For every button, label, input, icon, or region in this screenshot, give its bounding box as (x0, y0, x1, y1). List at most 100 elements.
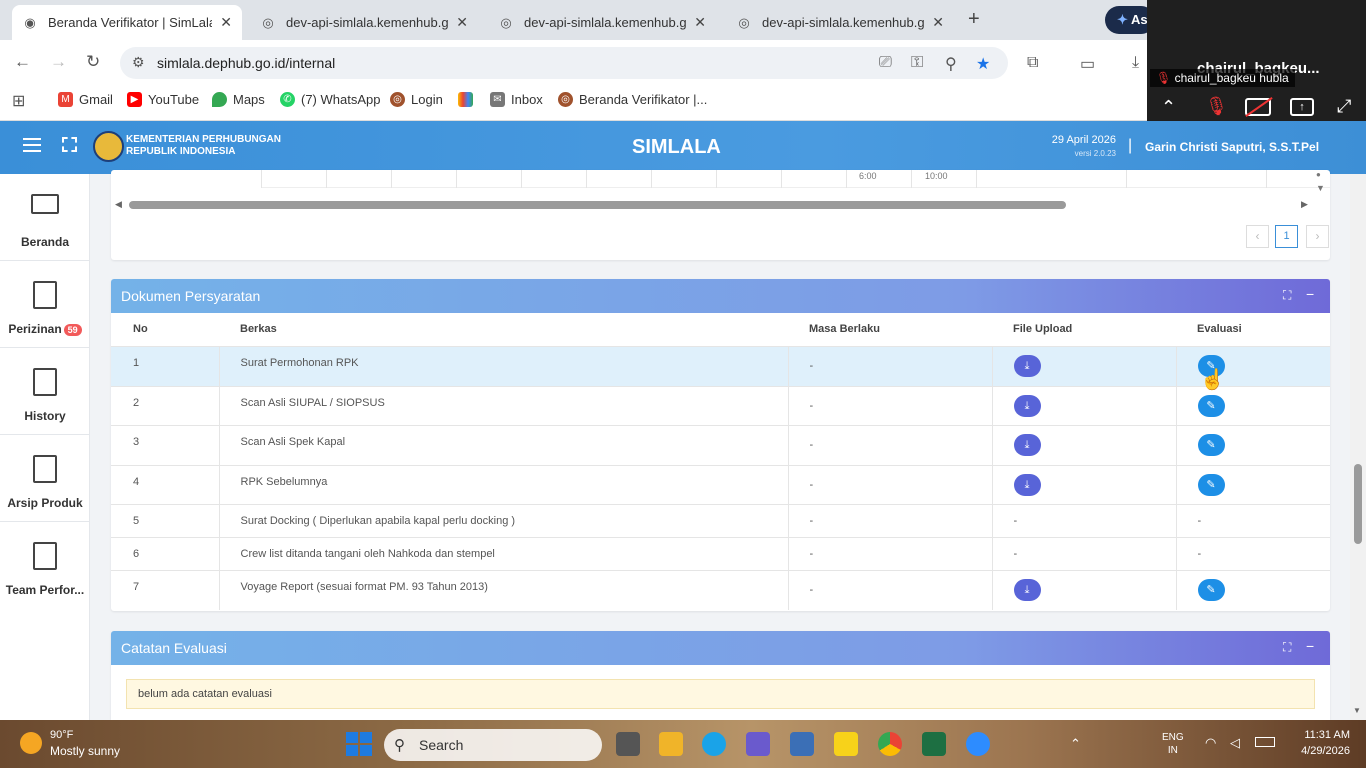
apps-grid-icon[interactable]: ⊞ (12, 91, 25, 111)
close-tab-icon[interactable]: ✕ (220, 14, 232, 31)
column-header: Evaluasi (1197, 323, 1242, 336)
download-file-button[interactable]: ⤓ (1013, 394, 1041, 417)
table-row: 4 RPK Sebelumnya - ⤓ ✎ (111, 465, 1330, 504)
chrome-icon[interactable] (878, 732, 902, 756)
windows-start-icon[interactable] (346, 732, 372, 756)
volume-icon[interactable]: ◁ (1230, 735, 1240, 751)
collapse-card-icon[interactable]: − (1306, 286, 1314, 302)
site-info-icon[interactable]: ⚙ (132, 54, 145, 71)
page-scrollbar-thumb[interactable] (1354, 464, 1362, 544)
berkas-name: Voyage Report (sesuai format PM. 93 Tahu… (219, 570, 789, 610)
bookmark-youtube[interactable]: ▶ YouTube (127, 92, 199, 107)
zoom-icon[interactable]: ⚲ (945, 54, 957, 74)
evaluasi-edit-button[interactable]: ✎ (1197, 434, 1225, 456)
sidebar-item-perizinan[interactable]: Perizinan 59 (0, 261, 90, 348)
camera-icon[interactable] (790, 732, 814, 756)
weather-desc[interactable]: Mostly sunny (50, 744, 120, 758)
tab-dev-api-2[interactable]: ◎ dev-api-simlala.kemenhub.go.id ✕ (488, 5, 716, 40)
sidebar-item-history[interactable]: History (0, 348, 90, 435)
task-view-icon[interactable] (616, 732, 640, 756)
masa-berlaku: - (788, 465, 993, 504)
close-tab-icon[interactable]: ✕ (932, 14, 944, 31)
evaluasi-value: - (1197, 547, 1202, 560)
zoom-app-icon[interactable] (966, 732, 990, 756)
bookmark-star-icon[interactable]: ★ (976, 54, 990, 74)
expand-icon[interactable]: ⤢ (1337, 96, 1351, 117)
tab-search-icon[interactable]: ▭ (1080, 54, 1095, 74)
install-app-icon[interactable]: ⎚ (879, 54, 892, 72)
pagination-page-button[interactable]: 1 (1275, 225, 1298, 248)
taskbar-search-box[interactable]: ⚲ Search (384, 729, 602, 761)
sidebar-item-team-performance[interactable]: Team Perfor... (0, 522, 90, 609)
excel-icon[interactable] (922, 732, 946, 756)
url-text[interactable]: simlala.dephub.go.id/internal (157, 55, 335, 71)
key-icon[interactable]: ⚿ (911, 54, 923, 72)
horizontal-scrollbar-thumb[interactable] (129, 201, 1066, 209)
download-icon[interactable]: ⤓ (1132, 54, 1139, 72)
bookmark-inbox[interactable]: ✉ Inbox (490, 92, 543, 107)
bookmark-maps[interactable]: Maps (212, 92, 265, 107)
pagination-prev-button[interactable]: ‹ (1246, 225, 1269, 248)
evaluasi-edit-button[interactable]: ✎ (1197, 579, 1225, 602)
scroll-up-arrow-icon[interactable]: ● (1316, 170, 1321, 179)
download-file-button[interactable]: ⤓ (1013, 579, 1041, 602)
weather-sun-icon[interactable] (20, 732, 42, 754)
bookmark-gmail[interactable]: M Gmail (58, 92, 113, 107)
collapse-card-icon[interactable]: − (1306, 638, 1314, 654)
bookmark-beranda-verifikator[interactable]: ◎ Beranda Verifikator |... (558, 92, 707, 107)
evaluasi-edit-button[interactable]: ✎ (1197, 394, 1225, 417)
new-tab-icon[interactable]: + (968, 8, 980, 31)
tab-dev-api-3[interactable]: ◎ dev-api-simlala.kemenhub.go.id ✕ (726, 5, 954, 40)
expand-card-icon[interactable]: ⛶ (1283, 288, 1291, 303)
close-tab-icon[interactable]: ✕ (456, 14, 468, 31)
scroll-down-arrow-icon[interactable]: ▼ (1353, 706, 1361, 715)
forward-icon[interactable]: → (50, 52, 67, 72)
scroll-down-arrow-icon[interactable]: ▼ (1316, 183, 1325, 193)
mic-off-icon[interactable]: 🎙 (1205, 96, 1228, 117)
app-icon[interactable] (746, 732, 770, 756)
masa-berlaku: - (788, 570, 993, 610)
masa-berlaku: - (788, 386, 993, 425)
language-indicator[interactable]: ENG IN (1162, 731, 1184, 757)
bookmark-photos[interactable] (458, 92, 479, 107)
hamburger-menu-icon[interactable] (23, 138, 41, 152)
sidebar-item-label: Team Perfor... (5, 583, 85, 597)
bookmark-label: Login (411, 92, 443, 107)
reload-icon[interactable]: ↻ (86, 52, 100, 72)
pagination-next-button[interactable]: › (1306, 225, 1329, 248)
video-off-icon[interactable] (1245, 97, 1273, 117)
download-file-button[interactable]: ⤓ (1013, 473, 1041, 496)
back-icon[interactable]: ← (14, 52, 31, 72)
tab-title: Beranda Verifikator | SimLala (48, 15, 213, 30)
bookmark-login[interactable]: ◎ Login (390, 92, 443, 107)
clock-date[interactable]: 4/29/2026 (1290, 745, 1350, 757)
tab-dev-api-1[interactable]: ◎ dev-api-simlala.kemenhub.go.id ✕ (250, 5, 478, 40)
weather-temp[interactable]: 90°F (50, 729, 73, 741)
tray-chevron-up-icon[interactable]: ⌃ (1070, 736, 1081, 752)
wifi-icon[interactable]: ◠ (1205, 735, 1216, 751)
battery-icon[interactable] (1255, 737, 1275, 747)
sidebar-item-beranda[interactable]: Beranda (0, 174, 90, 261)
bookmark-whatsapp[interactable]: ✆ (7) WhatsApp (280, 92, 380, 107)
download-file-button[interactable]: ⤓ (1013, 355, 1041, 377)
tab-beranda-verifikator[interactable]: ◉ Beranda Verifikator | SimLala ✕ (12, 5, 242, 40)
scroll-right-arrow-icon[interactable]: ▶ (1301, 199, 1308, 210)
page-scrollbar[interactable]: ▼ (1350, 174, 1366, 720)
edge-icon[interactable] (702, 732, 726, 756)
fullscreen-icon[interactable] (62, 137, 77, 152)
table-cell: 6:00 (859, 171, 877, 181)
sidebar-item-arsip-produk[interactable]: Arsip Produk (0, 435, 90, 522)
download-file-button[interactable]: ⤓ (1013, 434, 1041, 456)
collapse-chevron-up-icon[interactable]: ⌃ (1161, 97, 1176, 118)
youtube-icon: ▶ (127, 92, 142, 107)
user-name[interactable]: Garin Christi Saputri, S.S.T.Pel (1145, 140, 1319, 154)
scroll-left-arrow-icon[interactable]: ◀ (115, 199, 122, 210)
share-screen-icon[interactable]: ↑ (1290, 98, 1314, 116)
evaluasi-edit-button[interactable]: ✎ (1197, 473, 1225, 496)
close-tab-icon[interactable]: ✕ (694, 14, 706, 31)
expand-card-icon[interactable]: ⛶ (1283, 640, 1291, 655)
file-explorer-icon[interactable] (659, 732, 683, 756)
sticky-notes-icon[interactable] (834, 732, 858, 756)
clock-time[interactable]: 11:31 AM (1290, 729, 1350, 741)
extensions-icon[interactable]: ⧉ (1027, 54, 1038, 72)
